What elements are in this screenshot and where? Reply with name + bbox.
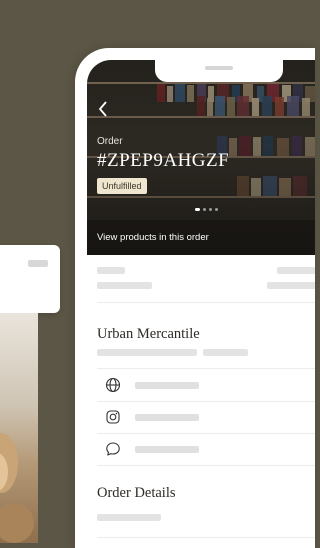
phone-frame: Order #ZPEP9AHGZF Unfulfilled View produ… [75,48,315,548]
divider [97,537,315,538]
status-badge: Unfulfilled [97,178,147,194]
background-card [0,245,60,313]
order-number: #ZPEP9AHGZF [97,150,230,171]
placeholder-bar [97,514,161,521]
background-photo [0,313,38,543]
placeholder-bar [135,414,199,421]
globe-icon [105,377,121,393]
store-instagram-row[interactable] [97,402,315,434]
divider [97,465,315,466]
order-details-heading: Order Details [97,485,176,501]
placeholder-bar [135,382,199,389]
placeholder-bar [267,282,315,289]
placeholder-bar [28,260,48,267]
view-products-link[interactable]: View products in this order [97,232,209,243]
divider [97,302,315,303]
placeholder-bar [97,267,125,274]
placeholder-bar [135,446,199,453]
placeholder-bar [203,349,248,356]
chat-bubble-icon [106,442,120,456]
divider [97,368,315,369]
store-chat-row[interactable] [97,434,315,466]
back-button[interactable] [97,100,109,122]
store-website-row[interactable] [97,370,315,402]
chevron-left-icon [98,101,107,117]
carousel-indicator[interactable] [195,208,218,211]
instagram-icon [106,410,120,424]
placeholder-bar [97,282,152,289]
phone-notch [155,60,283,82]
phone-screen: Order #ZPEP9AHGZF Unfulfilled View produ… [87,60,315,548]
placeholder-bar [277,267,315,274]
store-name: Urban Mercantile [97,326,200,342]
order-label: Order [97,136,123,147]
placeholder-bar [97,349,197,356]
